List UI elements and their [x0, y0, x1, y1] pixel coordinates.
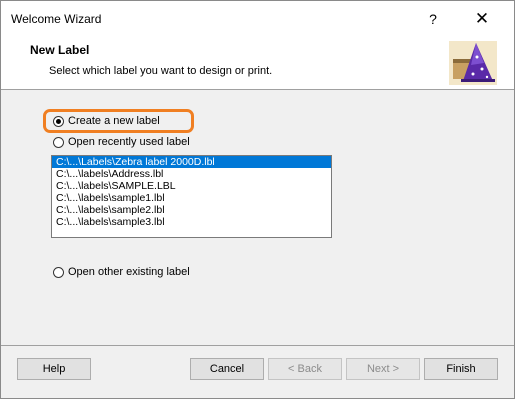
radio-open-recent-label: Open recently used label [68, 136, 190, 148]
radio-button[interactable] [53, 136, 64, 148]
radio-open-recent[interactable]: Open recently used label [53, 136, 190, 148]
list-item[interactable]: C:\...\labels\SAMPLE.LBL [52, 180, 331, 192]
list-item[interactable]: C:\...\labels\Address.lbl [52, 168, 331, 180]
radio-button-selected[interactable] [53, 115, 64, 127]
list-item[interactable]: C:\...\Labels\Zebra label 2000D.lbl [52, 156, 331, 168]
close-icon: ✕ [474, 9, 490, 28]
next-button[interactable]: Next > [346, 358, 420, 380]
close-button[interactable]: ✕ [462, 5, 502, 33]
help-title-button[interactable]: ? [413, 5, 453, 33]
back-button[interactable]: < Back [268, 358, 342, 380]
radio-create-new-label: Create a new label [68, 115, 160, 127]
radio-button[interactable] [53, 266, 64, 278]
radio-open-other[interactable]: Open other existing label [53, 266, 190, 278]
radio-open-other-label: Open other existing label [68, 266, 190, 278]
finish-button[interactable]: Finish [424, 358, 498, 380]
wizard-header: New Label Select which label you want to… [1, 35, 514, 90]
help-icon: ? [429, 11, 437, 27]
list-item[interactable]: C:\...\labels\sample3.lbl [52, 216, 331, 228]
footer-divider [1, 345, 514, 346]
radio-create-new[interactable]: Create a new label [53, 115, 160, 127]
title-bar: Welcome Wizard ? ✕ [1, 1, 514, 35]
cancel-button[interactable]: Cancel [190, 358, 264, 380]
list-item[interactable]: C:\...\labels\sample2.lbl [52, 204, 331, 216]
window-title: Welcome Wizard [11, 12, 102, 26]
welcome-wizard-window: Welcome Wizard ? ✕ New Label Select whic… [0, 0, 515, 399]
page-title: New Label [30, 43, 90, 57]
recent-files-list[interactable]: C:\...\Labels\Zebra label 2000D.lbl C:\.… [51, 155, 332, 238]
help-button[interactable]: Help [17, 358, 91, 380]
wizard-hat-icon [449, 41, 497, 85]
list-item[interactable]: C:\...\labels\sample1.lbl [52, 192, 331, 204]
page-subtitle: Select which label you want to design or… [49, 65, 273, 77]
